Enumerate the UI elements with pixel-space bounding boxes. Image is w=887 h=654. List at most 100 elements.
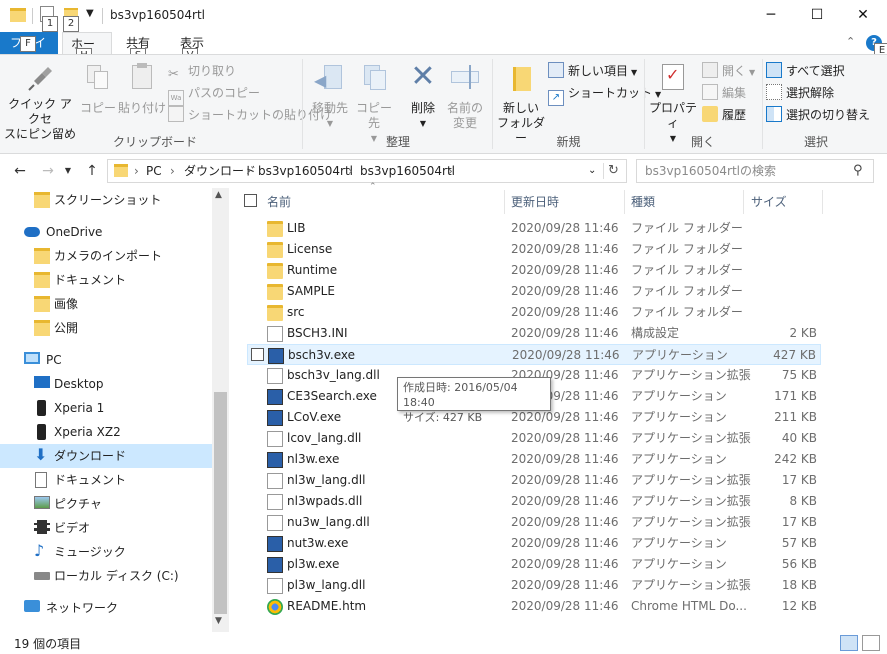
file-name[interactable]: Runtime — [287, 260, 337, 281]
nav-item-camera-import[interactable]: カメラのインポート — [0, 244, 212, 268]
file-name[interactable]: pl3w_lang.dll — [287, 575, 365, 596]
nav-item-onedrive-documents[interactable]: ドキュメント — [0, 268, 212, 292]
file-name[interactable]: BSCH3.INI — [287, 323, 348, 344]
nav-item-public[interactable]: 公開 — [0, 316, 212, 340]
file-name[interactable]: nl3w_lang.dll — [287, 470, 365, 491]
table-row[interactable]: LIB 2020/09/28 11:46 ファイル フォルダー — [247, 218, 821, 239]
nav-item-network[interactable]: ネットワーク — [0, 596, 212, 620]
file-name[interactable]: CE3Search.exe — [287, 386, 377, 407]
table-row[interactable]: pl3w_lang.dll 2020/09/28 11:46 アプリケーション拡張 1… — [247, 575, 821, 596]
table-row[interactable]: nl3w_lang.dll 2020/09/28 11:46 アプリケーション拡張 1… — [247, 470, 821, 491]
nav-item-music[interactable]: ♪ ミュージック — [0, 540, 212, 564]
file-name[interactable]: src — [287, 302, 305, 323]
file-name[interactable]: nl3w.exe — [287, 449, 339, 470]
file-name[interactable]: nu3w_lang.dll — [287, 512, 370, 533]
cut-button[interactable]: ✂ 切り取り — [168, 61, 236, 82]
details-view-icon[interactable] — [840, 635, 858, 651]
table-row[interactable]: nut3w.exe 2020/09/28 11:46 アプリケーション 57 KB — [247, 533, 821, 554]
move-to-button[interactable]: ◀ 移動先 ▼ — [308, 61, 352, 131]
nav-item-screenshots[interactable]: スクリーンショット — [0, 188, 212, 212]
file-name[interactable]: LCoV.exe — [287, 407, 341, 428]
nav-item-xperia-1[interactable]: Xperia 1 — [0, 396, 212, 420]
scroll-up-icon[interactable]: ▲ — [215, 190, 222, 200]
select-none-button[interactable]: 選択解除 — [766, 83, 834, 103]
search-box[interactable]: bs3vp160504rtlの検索 ⚲ — [636, 159, 874, 183]
column-separator[interactable] — [504, 190, 505, 214]
table-row[interactable]: pl3w.exe 2020/09/28 11:46 アプリケーション 56 KB — [247, 554, 821, 575]
file-name[interactable]: LIB — [287, 218, 305, 239]
history-button[interactable]: 履歴 — [702, 105, 746, 125]
recent-locations-icon[interactable]: ▼ — [58, 162, 78, 180]
quick-access-dropdown-icon[interactable]: ▼ — [86, 8, 94, 19]
table-row[interactable]: lcov_lang.dll 2020/09/28 11:46 アプリケーション拡張 4… — [247, 428, 821, 449]
maximize-button[interactable]: ☐ — [794, 0, 840, 30]
rename-button[interactable]: 名前の 変更 — [444, 61, 486, 131]
table-row[interactable]: License 2020/09/28 11:46 ファイル フォルダー — [247, 239, 821, 260]
open-button[interactable]: 開く ▼ — [702, 61, 755, 81]
table-row[interactable]: Runtime 2020/09/28 11:46 ファイル フォルダー — [247, 260, 821, 281]
table-row[interactable]: README.htm 2020/09/28 11:46 Chrome HTML Do… — [247, 596, 821, 617]
address-dropdown-icon[interactable]: ⌄ — [588, 160, 596, 182]
nav-item-local-disk[interactable]: ローカル ディスク (C:) — [0, 564, 212, 588]
nav-item-images[interactable]: 画像 — [0, 292, 212, 316]
paste-button[interactable]: 貼り付け — [118, 61, 166, 116]
column-header-size[interactable]: サイズ — [751, 190, 787, 214]
file-name[interactable]: README.htm — [287, 596, 366, 617]
nav-item-desktop[interactable]: Desktop — [0, 372, 212, 396]
close-button[interactable]: ✕ — [840, 0, 886, 30]
copy-button[interactable]: コピー — [80, 61, 116, 116]
nav-item-documents[interactable]: ドキュメント — [0, 468, 212, 492]
minimize-button[interactable]: ─ — [748, 0, 794, 30]
file-name[interactable]: lcov_lang.dll — [287, 428, 361, 449]
search-icon[interactable]: ⚲ — [853, 163, 863, 178]
large-icons-view-icon[interactable] — [862, 635, 880, 651]
column-header-date[interactable]: 更新日時 — [511, 190, 559, 214]
row-checkbox[interactable] — [251, 348, 264, 361]
file-name[interactable]: nl3wpads.dll — [287, 491, 362, 512]
nav-item-pictures[interactable]: ピクチャ — [0, 492, 212, 516]
table-row[interactable]: bsch3v.exe 2020/09/28 11:46 アプリケーション 427 KB — [247, 344, 821, 365]
address-bar[interactable]: › PC › ダウンロード › bs3vp160504rtl › bs3vp16… — [107, 159, 627, 183]
up-arrow-icon[interactable]: ↑ — [82, 162, 102, 180]
pin-quick-access-button[interactable]: クイック アクセ スにピン留め — [4, 61, 76, 142]
nav-item-pc[interactable]: PC — [0, 348, 212, 372]
nav-scrollbar[interactable]: ▲ ▼ — [212, 188, 229, 632]
column-separator[interactable] — [743, 190, 744, 214]
column-header-type[interactable]: 種類 — [631, 190, 655, 214]
breadcrumb-folder-2[interactable]: bs3vp160504rtl — [360, 160, 455, 182]
edit-button[interactable]: 編集 — [702, 83, 746, 103]
file-name[interactable]: bsch3v_lang.dll — [287, 365, 380, 386]
nav-item-xperia-xz2[interactable]: Xperia XZ2 — [0, 420, 212, 444]
column-header-name[interactable]: 名前 — [267, 190, 291, 214]
column-separator[interactable] — [624, 190, 625, 214]
scrollbar-thumb[interactable] — [214, 392, 227, 614]
scroll-down-icon[interactable]: ▼ — [215, 616, 222, 626]
table-row[interactable]: SAMPLE 2020/09/28 11:46 ファイル フォルダー — [247, 281, 821, 302]
select-all-checkbox[interactable] — [244, 194, 257, 207]
breadcrumb-folder-1[interactable]: bs3vp160504rtl — [258, 160, 353, 182]
table-row[interactable]: BSCH3.INI 2020/09/28 11:46 構成設定 2 KB — [247, 323, 821, 344]
refresh-icon[interactable]: ↻ — [608, 160, 619, 182]
file-name[interactable]: bsch3v.exe — [288, 345, 355, 366]
back-arrow-icon[interactable]: ← — [10, 162, 30, 180]
table-row[interactable]: nl3w.exe 2020/09/28 11:46 アプリケーション 242 KB — [247, 449, 821, 470]
table-row[interactable]: nl3wpads.dll 2020/09/28 11:46 アプリケーション拡張 8 … — [247, 491, 821, 512]
table-row[interactable]: src 2020/09/28 11:46 ファイル フォルダー — [247, 302, 821, 323]
column-separator[interactable] — [822, 190, 823, 214]
select-all-button[interactable]: すべて選択 — [766, 61, 845, 81]
nav-item-onedrive[interactable]: OneDrive — [0, 220, 212, 244]
delete-button[interactable]: ✕ 削除 ▼ — [402, 61, 444, 131]
file-name[interactable]: pl3w.exe — [287, 554, 339, 575]
invert-selection-button[interactable]: 選択の切り替え — [766, 105, 870, 125]
table-row[interactable]: nu3w_lang.dll 2020/09/28 11:46 アプリケーション拡張 1… — [247, 512, 821, 533]
file-name[interactable]: SAMPLE — [287, 281, 335, 302]
new-item-button[interactable]: 新しい項目 ▼ — [548, 61, 637, 81]
file-name[interactable]: License — [287, 239, 332, 260]
copy-path-button[interactable]: Wa パスのコピー — [168, 83, 260, 106]
breadcrumb-pc[interactable]: PC — [146, 160, 162, 182]
nav-item-videos[interactable]: ビデオ — [0, 516, 212, 540]
nav-item-downloads[interactable]: ⬇ ダウンロード — [0, 444, 212, 468]
forward-arrow-icon[interactable]: → — [38, 162, 58, 180]
collapse-ribbon-icon[interactable]: ⌃ — [846, 35, 855, 48]
file-name[interactable]: nut3w.exe — [287, 533, 348, 554]
